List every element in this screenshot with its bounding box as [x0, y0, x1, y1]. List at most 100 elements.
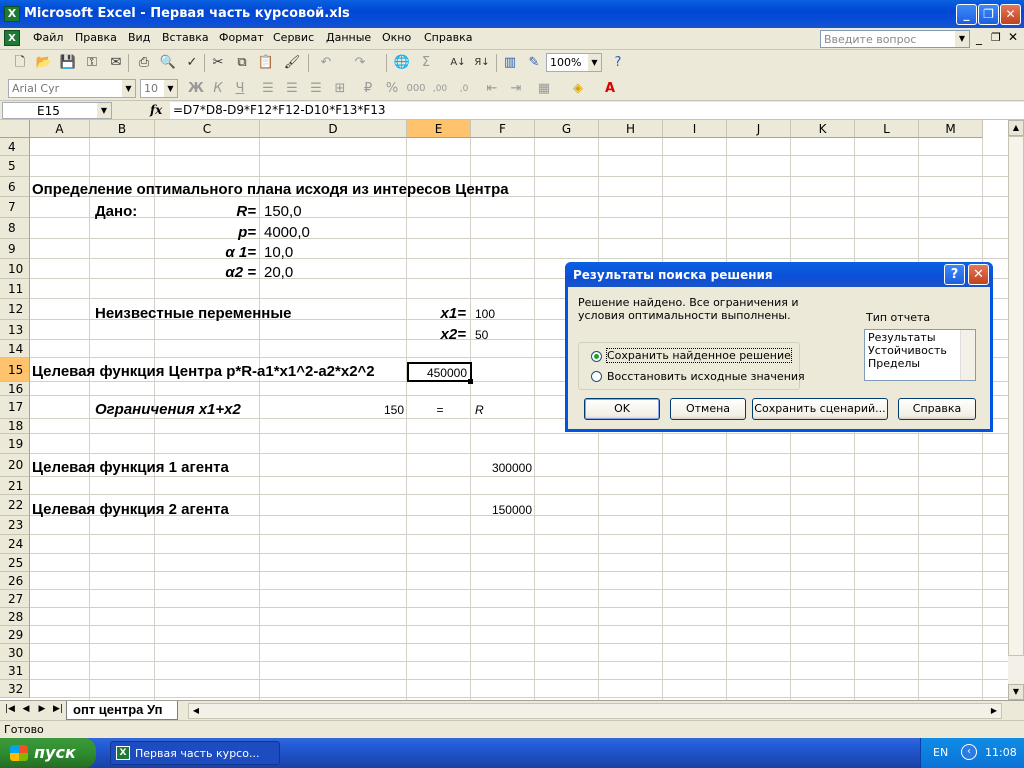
- row-header-11[interactable]: 11: [0, 279, 30, 299]
- column-header-a[interactable]: A: [30, 120, 90, 138]
- scroll-thumb[interactable]: [1008, 136, 1024, 656]
- column-header-l[interactable]: L: [855, 120, 919, 138]
- row-header-6[interactable]: 6: [0, 177, 30, 197]
- menu-edit[interactable]: Правка: [75, 31, 117, 44]
- print-icon[interactable]: ⎙: [134, 53, 154, 73]
- menu-tools[interactable]: Сервис: [273, 31, 314, 44]
- scroll-up-icon[interactable]: ▲: [1008, 120, 1024, 136]
- save-scenario-button[interactable]: Сохранить сценарий...: [752, 398, 888, 420]
- row-header-4[interactable]: 4: [0, 138, 30, 156]
- merge-center-icon[interactable]: ⊞: [330, 79, 350, 99]
- decrease-decimal-icon[interactable]: ,0: [454, 79, 474, 99]
- fill-handle[interactable]: [468, 379, 473, 384]
- row-header-15[interactable]: 15: [0, 358, 30, 382]
- print-preview-icon[interactable]: 🔍: [158, 53, 178, 73]
- decrease-indent-icon[interactable]: ⇤: [482, 79, 502, 99]
- cell-a22[interactable]: Целевая функция 2 агента: [32, 501, 229, 518]
- cell-e13[interactable]: x2=: [410, 326, 466, 343]
- column-header-b[interactable]: B: [90, 120, 155, 138]
- column-header-k[interactable]: K: [791, 120, 855, 138]
- cell-a6[interactable]: Определение оптимального плана исходя из…: [32, 181, 509, 198]
- cell-c8[interactable]: p=: [200, 224, 256, 241]
- cell-d7[interactable]: 150,0: [264, 203, 302, 220]
- prev-sheet-icon[interactable]: ◀: [20, 704, 32, 714]
- tray-chevron-icon[interactable]: ‹: [961, 744, 977, 760]
- cell-d9[interactable]: 10,0: [264, 244, 293, 261]
- cell-c7[interactable]: R=: [200, 203, 256, 220]
- paste-icon[interactable]: 📋: [256, 53, 276, 73]
- chevron-down-icon[interactable]: ▼: [122, 80, 135, 97]
- row-header-25[interactable]: 25: [0, 554, 30, 572]
- spelling-icon[interactable]: ✓: [182, 53, 202, 73]
- align-left-icon[interactable]: ☰: [258, 79, 278, 99]
- excel-app-icon[interactable]: X: [4, 6, 20, 22]
- chevron-down-icon[interactable]: ▼: [588, 54, 601, 71]
- hyperlink-icon[interactable]: 🌐: [392, 53, 412, 73]
- row-header-29[interactable]: 29: [0, 626, 30, 644]
- doc-minimize-button[interactable]: _: [976, 31, 982, 45]
- help-search-input[interactable]: Введите вопрос ▼: [820, 30, 970, 48]
- percent-icon[interactable]: %: [382, 79, 402, 99]
- insert-function-icon[interactable]: fx: [150, 103, 162, 117]
- row-header-14[interactable]: 14: [0, 340, 30, 358]
- cell-e12[interactable]: x1=: [410, 305, 466, 322]
- open-icon[interactable]: 📂: [34, 53, 54, 73]
- list-item[interactable]: Пределы: [868, 357, 972, 370]
- doc-close-button[interactable]: ✕: [1008, 30, 1018, 44]
- keep-solution-label[interactable]: Сохранить найденное решение: [606, 348, 792, 363]
- sort-descending-icon[interactable]: Я↓: [472, 53, 492, 73]
- cell-a15[interactable]: Целевая функция Центра p*R-a1*x1^2-a2*x2…: [32, 363, 375, 380]
- dialog-close-icon[interactable]: ✕: [968, 264, 989, 285]
- font-name-select[interactable]: Arial Cyr ▼: [8, 79, 136, 98]
- cell-f17[interactable]: R: [475, 403, 484, 417]
- column-header-h[interactable]: H: [599, 120, 663, 138]
- row-header-27[interactable]: 27: [0, 590, 30, 608]
- row-header-10[interactable]: 10: [0, 259, 30, 279]
- dialog-help-icon[interactable]: ?: [944, 264, 965, 285]
- column-header-e[interactable]: E: [407, 120, 471, 138]
- restore-values-label[interactable]: Восстановить исходные значения: [607, 370, 805, 383]
- menu-window[interactable]: Окно: [382, 31, 411, 44]
- row-header-26[interactable]: 26: [0, 572, 30, 590]
- restore-values-radio[interactable]: [591, 371, 602, 382]
- borders-icon[interactable]: ▦: [534, 79, 554, 99]
- row-header-7[interactable]: 7: [0, 197, 30, 218]
- redo-icon[interactable]: ↷: [350, 53, 370, 73]
- format-painter-icon[interactable]: 🖌: [282, 53, 302, 73]
- close-button[interactable]: ✕: [1000, 4, 1021, 25]
- font-size-select[interactable]: 10 ▼: [140, 79, 178, 98]
- cell-c10[interactable]: α2 =: [200, 264, 256, 281]
- menu-insert[interactable]: Вставка: [162, 31, 209, 44]
- menu-data[interactable]: Данные: [326, 31, 371, 44]
- menu-format[interactable]: Формат: [219, 31, 264, 44]
- autosum-icon[interactable]: Σ: [416, 53, 436, 73]
- column-header-c[interactable]: C: [155, 120, 260, 138]
- row-header-32[interactable]: 32: [0, 680, 30, 698]
- vertical-scrollbar[interactable]: ▲ ▼: [1008, 120, 1024, 700]
- permission-icon[interactable]: ⚿: [82, 53, 102, 73]
- row-header-19[interactable]: 19: [0, 434, 30, 454]
- column-header-f[interactable]: F: [471, 120, 535, 138]
- new-icon[interactable]: 🗋: [10, 53, 30, 73]
- fill-color-icon[interactable]: ◈: [568, 79, 588, 99]
- menu-help[interactable]: Справка: [424, 31, 472, 44]
- undo-icon[interactable]: ↶: [316, 53, 336, 73]
- cell-f13[interactable]: 50: [475, 328, 488, 342]
- cell-d10[interactable]: 20,0: [264, 264, 293, 281]
- start-button[interactable]: пуск: [0, 738, 96, 768]
- column-header-j[interactable]: J: [727, 120, 791, 138]
- report-type-list[interactable]: Результаты Устойчивость Пределы: [864, 329, 976, 381]
- chevron-down-icon[interactable]: ▼: [97, 103, 111, 118]
- chevron-down-icon[interactable]: ▼: [164, 80, 177, 97]
- list-item[interactable]: Устойчивость: [868, 344, 972, 357]
- copy-icon[interactable]: ⧉: [232, 53, 252, 73]
- cancel-button[interactable]: Отмена: [670, 398, 746, 420]
- align-right-icon[interactable]: ☰: [306, 79, 326, 99]
- formula-input[interactable]: =D7*D8-D9*F12*F12-D10*F13*F13: [170, 102, 1024, 119]
- last-sheet-icon[interactable]: ▶|: [52, 704, 64, 714]
- taskbar-item-excel[interactable]: X Первая часть курсо...: [110, 741, 280, 765]
- row-header-13[interactable]: 13: [0, 320, 30, 340]
- list-item[interactable]: Результаты: [868, 331, 972, 344]
- document-icon[interactable]: X: [4, 30, 20, 46]
- font-color-icon[interactable]: A: [600, 79, 620, 99]
